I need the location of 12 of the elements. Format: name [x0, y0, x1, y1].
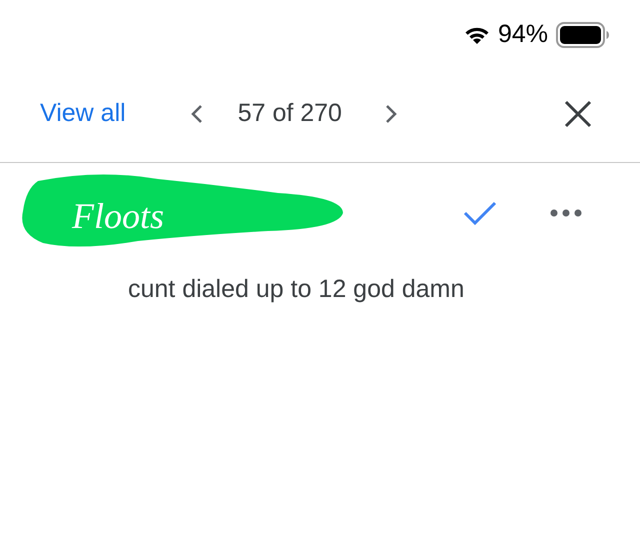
author-name: Floots [72, 194, 164, 238]
previous-icon[interactable] [190, 103, 204, 125]
battery-percentage: 94% [498, 19, 548, 50]
more-options-icon[interactable] [550, 209, 582, 217]
next-icon[interactable] [384, 103, 398, 125]
comment-text: cunt dialed up to 12 god damn [128, 274, 466, 305]
page-counter: 57 of 270 [238, 98, 342, 130]
close-icon[interactable] [564, 100, 592, 128]
view-all-link[interactable]: View all [40, 95, 126, 133]
battery-icon [556, 22, 610, 48]
wifi-icon [464, 25, 490, 45]
resolve-check-icon[interactable] [462, 200, 498, 226]
